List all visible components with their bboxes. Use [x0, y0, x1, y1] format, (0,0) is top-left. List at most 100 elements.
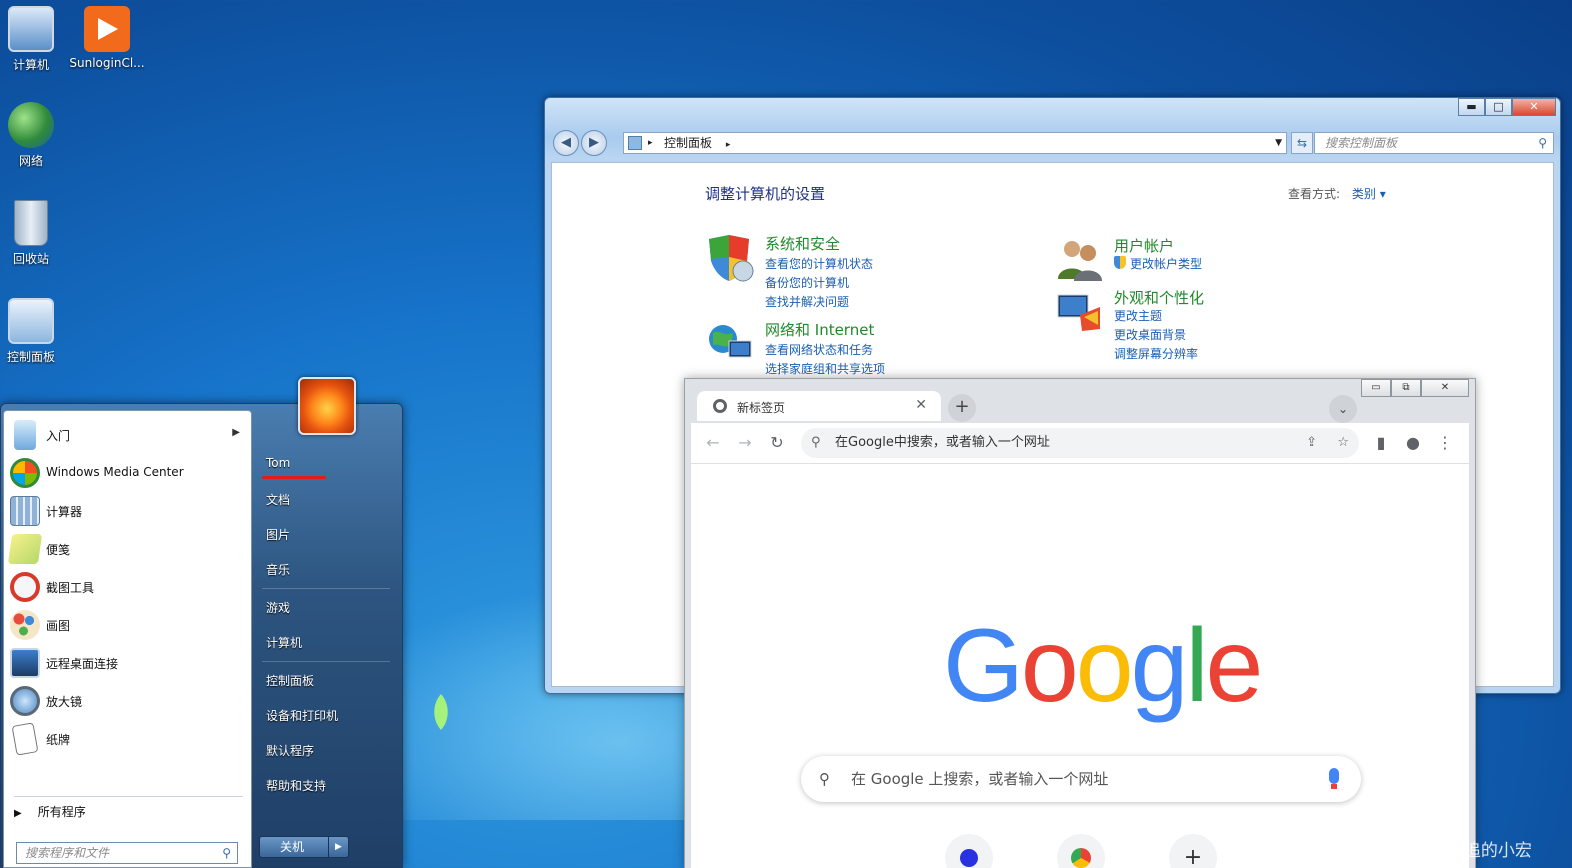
logo-letter: e: [1205, 608, 1264, 724]
new-tab-page: Google ⚲ 在 Google 上搜索，或者输入一个网址 +: [691, 463, 1469, 868]
chrome-favicon-icon: [713, 399, 727, 413]
shortcut-chrome[interactable]: [1057, 834, 1105, 868]
breadcrumb-arrow-icon[interactable]: ▸: [726, 140, 731, 150]
program-paint[interactable]: 画图: [8, 607, 248, 643]
tab-new-tab[interactable]: 新标签页 ✕: [697, 391, 941, 421]
desktop-icon-sunlogin[interactable]: SunloginCl...: [68, 6, 146, 70]
restore-button[interactable]: ⧉: [1391, 379, 1421, 397]
close-icon[interactable]: ✕: [915, 397, 927, 413]
link-view-network-status[interactable]: 查看网络状态和任务: [765, 341, 873, 358]
desktop-icon-label: SunloginCl...: [69, 56, 145, 70]
new-tab-button[interactable]: +: [948, 394, 976, 422]
google-search-box[interactable]: ⚲ 在 Google 上搜索，或者输入一个网址: [801, 756, 1361, 802]
minimize-button[interactable]: ▭: [1361, 379, 1391, 397]
maximize-button[interactable]: □: [1485, 98, 1512, 116]
share-icon[interactable]: ⇪: [1306, 428, 1317, 458]
refresh-button[interactable]: ⇆: [1291, 132, 1313, 154]
start-right-user[interactable]: Tom: [266, 456, 290, 470]
shutdown-button[interactable]: 关机 ▶: [259, 836, 349, 858]
control-panel-search-input[interactable]: 搜索控制面板 ⚲: [1314, 132, 1554, 154]
view-by-label: 查看方式:: [1288, 187, 1341, 201]
link-change-theme[interactable]: 更改主题: [1114, 307, 1162, 324]
start-right-documents[interactable]: 文档: [266, 491, 290, 508]
forward-button[interactable]: →: [733, 431, 757, 455]
link-change-desktop-background[interactable]: 更改桌面背景: [1114, 326, 1186, 343]
desktop-icon-network[interactable]: 网络: [0, 102, 70, 169]
add-shortcut-button[interactable]: +: [1169, 834, 1217, 868]
start-menu-separator: [14, 796, 243, 797]
program-remote-desktop[interactable]: 远程桌面连接: [8, 645, 248, 681]
desktop-icon-computer[interactable]: 计算机: [0, 6, 70, 73]
bookmark-star-icon[interactable]: ☆: [1337, 428, 1349, 458]
start-right-separator: [262, 588, 390, 589]
address-bar[interactable]: ▸ 控制面板 ▸ ▼: [623, 132, 1287, 154]
omnibox[interactable]: ⚲ 在Google中搜索，或者输入一个网址 ⇪ ☆: [801, 428, 1359, 458]
reload-button[interactable]: ↻: [765, 431, 789, 455]
getting-started-icon: [14, 420, 36, 450]
profile-avatar-button[interactable]: ●: [1401, 431, 1425, 455]
refresh-icon: ⇆: [1296, 136, 1308, 150]
start-search-input[interactable]: 搜索程序和文件 ⚲: [16, 842, 238, 864]
close-button[interactable]: ✕: [1421, 379, 1469, 397]
desktop-icon-control-panel[interactable]: 控制面板: [0, 298, 70, 365]
tab-search-button[interactable]: ⌄: [1329, 395, 1357, 423]
breadcrumb-control-panel[interactable]: 控制面板: [664, 136, 712, 150]
all-programs-label: 所有程序: [37, 805, 86, 819]
user-avatar[interactable]: [298, 377, 356, 435]
desktop-icon-recycle-bin[interactable]: 回收站: [0, 200, 70, 267]
wallpaper-leaf-icon: [434, 694, 448, 730]
category-title-user-accounts[interactable]: 用户帐户: [1114, 235, 1174, 256]
shutdown-options-arrow-icon[interactable]: ▶: [328, 837, 348, 857]
program-media-center[interactable]: Windows Media Center: [8, 455, 248, 491]
chevron-down-icon[interactable]: ▼: [1275, 133, 1282, 153]
desktop-icon-label: 控制面板: [6, 350, 55, 364]
chrome-menu-button[interactable]: ⋮: [1433, 431, 1457, 455]
link-adjust-resolution[interactable]: 调整屏幕分辨率: [1114, 345, 1198, 362]
shortcut-baidu[interactable]: [945, 834, 993, 868]
start-right-music[interactable]: 音乐: [266, 561, 290, 578]
network-globe-icon: [8, 102, 54, 148]
baidu-paw-icon: [960, 849, 978, 867]
google-search-placeholder: 在 Google 上搜索，或者输入一个网址: [851, 770, 1109, 788]
category-title-system-security[interactable]: 系统和安全: [765, 233, 840, 254]
minimize-button[interactable]: ▬: [1458, 98, 1485, 116]
csdn-watermark: CSDN @被代码追的小宏: [1342, 841, 1532, 861]
start-right-pictures[interactable]: 图片: [266, 526, 290, 543]
start-right-games[interactable]: 游戏: [266, 599, 290, 616]
program-calculator[interactable]: 计算器: [8, 493, 248, 529]
chrome-toolbar: ← → ↻ ⚲ 在Google中搜索，或者输入一个网址 ⇪ ☆ ▮ ● ⋮: [691, 423, 1469, 463]
program-snipping-tool[interactable]: 截图工具: [8, 569, 248, 605]
back-arrow-icon: ◀: [561, 135, 571, 150]
start-right-computer[interactable]: 计算机: [266, 634, 302, 651]
program-magnifier[interactable]: 放大镜: [8, 683, 248, 719]
link-homegroup-sharing[interactable]: 选择家庭组和共享选项: [765, 360, 885, 377]
program-label: 便笺: [46, 543, 71, 557]
program-getting-started[interactable]: 入门 ▶: [8, 417, 248, 453]
view-by-dropdown[interactable]: 类别 ▾: [1352, 187, 1386, 201]
link-change-account-type[interactable]: 更改帐户类型: [1114, 255, 1202, 272]
start-right-control-panel[interactable]: 控制面板: [266, 672, 314, 689]
network-icon: [709, 325, 752, 358]
close-button[interactable]: ✕: [1512, 98, 1556, 116]
microphone-icon[interactable]: [1329, 768, 1339, 789]
start-right-help-support[interactable]: 帮助和支持: [266, 777, 326, 794]
back-button[interactable]: ◀: [553, 130, 579, 156]
side-panel-button[interactable]: ▮: [1369, 431, 1393, 455]
category-title-network-internet[interactable]: 网络和 Internet: [765, 319, 874, 340]
program-sticky-notes[interactable]: 便笺: [7, 531, 248, 567]
paint-icon: [10, 610, 40, 640]
link-troubleshoot[interactable]: 查找并解决问题: [765, 293, 849, 310]
start-right-default-programs[interactable]: 默认程序: [266, 742, 314, 759]
forward-button[interactable]: ▶: [581, 130, 607, 156]
program-solitaire[interactable]: 纸牌: [8, 721, 248, 757]
category-title-appearance[interactable]: 外观和个性化: [1114, 287, 1204, 308]
start-right-devices-printers[interactable]: 设备和打印机: [266, 707, 338, 724]
all-programs-button[interactable]: ▶ 所有程序: [14, 803, 246, 820]
chrome-window-buttons: ▭ ⧉ ✕: [1361, 379, 1469, 397]
chrome-logo-icon: [1071, 848, 1091, 868]
link-backup-computer[interactable]: 备份您的计算机: [765, 274, 849, 291]
search-icon[interactable]: ⚲: [1538, 133, 1547, 153]
back-button[interactable]: ←: [701, 431, 725, 455]
link-view-computer-status[interactable]: 查看您的计算机状态: [765, 255, 873, 272]
logo-letter: g: [1130, 608, 1189, 724]
